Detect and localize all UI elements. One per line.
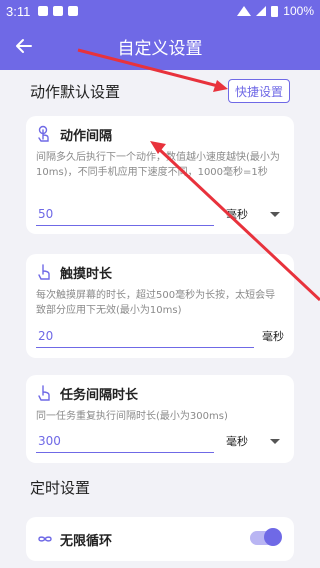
touch-duration-input[interactable] <box>36 324 254 348</box>
infinite-loop-toggle[interactable] <box>250 528 282 546</box>
task-interval-unit[interactable]: 毫秒 <box>226 433 248 449</box>
task-interval-input[interactable] <box>36 429 214 453</box>
action-interval-card: 动作间隔 间隔多久后执行下一个动作，数值越小速度越快(最小为10ms)，不同手机… <box>26 116 294 234</box>
action-section-header: 动作默认设置 快捷设置 <box>0 76 320 106</box>
action-interval-input[interactable] <box>36 202 214 226</box>
touch-hand-icon <box>38 385 50 401</box>
task-interval-title: 任务间隔时长 <box>60 387 139 403</box>
timer-section-title: 定时设置 <box>30 478 91 497</box>
touch-duration-card: 触摸时长 每次触摸屏幕的时长，超过500毫秒为长按，太短会导致部分应用下无效(最… <box>26 254 294 358</box>
page-title: 自定义设置 <box>117 38 203 59</box>
signal-icon <box>256 6 267 16</box>
action-interval-unit[interactable]: 毫秒 <box>226 206 248 222</box>
touch-duration-desc: 每次触摸屏幕的时长，超过500毫秒为长按，太短会导致部分应用下无效(最小为10m… <box>36 290 276 316</box>
text-notification-icon <box>68 6 79 16</box>
chevron-down-icon[interactable] <box>270 438 280 444</box>
infinite-loop-label: 无限循环 <box>60 533 113 549</box>
status-time: 3:11 <box>6 3 31 19</box>
infinity-icon <box>38 536 52 542</box>
infinite-loop-row[interactable]: 无限循环 <box>26 517 294 561</box>
app-notification-icon <box>53 6 64 16</box>
status-bar: 3:11 100% <box>0 0 320 22</box>
touch-duration-unit: 毫秒 <box>262 330 284 343</box>
action-interval-desc: 间隔多久后执行下一个动作，数值越小速度越快(最小为10ms)，不同手机应用下速度… <box>36 152 280 178</box>
timer-section-header: 定时设置 <box>0 472 320 502</box>
action-interval-title: 动作间隔 <box>60 128 113 144</box>
back-arrow-icon[interactable] <box>14 36 34 56</box>
action-section-title: 动作默认设置 <box>30 82 121 101</box>
task-interval-card: 任务间隔时长 同一任务重复执行间隔时长(最小为300ms) 毫秒 <box>26 375 294 463</box>
touch-duration-title: 触摸时长 <box>60 266 113 282</box>
chevron-down-icon[interactable] <box>270 211 280 217</box>
battery-percent: 100% <box>283 4 314 18</box>
wifi-icon <box>237 6 252 16</box>
battery-icon <box>271 5 279 17</box>
task-interval-desc: 同一任务重复执行间隔时长(最小为300ms) <box>36 411 228 422</box>
app-bar: 自定义设置 <box>0 22 320 70</box>
quick-settings-button[interactable]: 快捷设置 <box>228 79 290 103</box>
touch-hand-icon <box>38 264 50 280</box>
tap-hand-icon <box>38 125 49 142</box>
settings-notification-icon <box>38 6 49 16</box>
toggle-knob <box>264 528 282 546</box>
